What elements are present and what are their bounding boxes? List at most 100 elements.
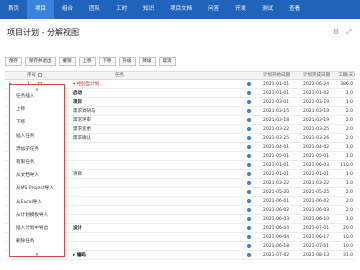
duration[interactable]: 10.0 [338,242,355,251]
end-date[interactable]: 2021-05-25 [303,188,338,197]
end-date[interactable]: 2021-03-26 [303,134,338,143]
duration[interactable]: 1.0 [338,179,355,188]
duration[interactable]: 10.0 [338,233,355,242]
info-icon[interactable] [247,116,257,125]
fullscreen-icon[interactable]: ⤢ [345,28,353,36]
duration[interactable]: 2.0 [338,206,355,215]
end-date[interactable]: 2021-03-19 [303,98,338,107]
nav-item[interactable]: 组合 [54,0,81,19]
end-date[interactable]: 2021-07-01 [303,242,338,251]
start-date[interactable]: 2021-07-02 [263,251,303,260]
task-name[interactable]: 需求确认 [73,134,273,143]
duration[interactable]: 2.0 [338,125,355,134]
end-date[interactable]: 2021-01-01 [303,170,338,179]
start-date[interactable]: 2021-06-18 [263,242,303,251]
duration[interactable]: 20.0 [338,224,355,233]
toolbar-button[interactable]: 保存 [5,57,22,66]
toolbar-button[interactable]: 取消 [158,57,176,66]
task-name[interactable]: 项目 [73,98,273,107]
duration[interactable]: 2.0 [338,197,355,206]
info-icon[interactable] [247,242,257,251]
start-date[interactable]: 2021-04-01 [263,143,303,152]
task-name[interactable]: 需求调研与 [73,107,273,116]
info-icon[interactable] [247,107,257,116]
start-date[interactable]: 2021-06-03 [263,215,303,224]
context-menu-item[interactable]: 添加子任务 [16,146,39,152]
end-date[interactable]: 2021-03-19 [303,116,338,125]
start-date[interactable]: 2021-06-01 [263,197,303,206]
task-name[interactable]: 启动 [73,89,273,98]
info-icon[interactable] [247,188,257,197]
start-date[interactable]: 2021-01-01 [263,170,303,179]
scroll-up-icon[interactable]: ▲ [30,86,44,91]
duration[interactable]: 2.0 [338,188,355,197]
toolbar-button[interactable]: 撤销 [58,57,76,66]
context-menu-item[interactable]: 下移 [16,119,25,125]
task-name[interactable]: 需求评审 [73,116,273,125]
info-icon[interactable] [247,251,257,260]
end-date[interactable]: 2021-03-22 [303,179,338,188]
start-date[interactable]: 2021-06-04 [263,233,303,242]
nav-item[interactable]: 问答 [200,0,227,19]
task-name[interactable]: 需求变更 [73,125,273,134]
info-icon[interactable] [247,224,257,233]
toolbar-button[interactable]: 保存并退出 [25,57,56,66]
context-menu-item[interactable]: 有限任务 [16,159,34,165]
duration[interactable]: 2.0 [338,116,355,125]
info-icon[interactable] [247,170,257,179]
info-icon[interactable] [247,134,257,143]
start-date[interactable]: 2021-05-01 [263,152,303,161]
end-date[interactable]: 2021-03-19 [303,107,338,116]
start-date[interactable]: 2021-03-22 [263,179,303,188]
context-menu-item[interactable]: 上移 [16,106,25,112]
context-menu-item[interactable]: 从Excel导入 [16,199,42,205]
info-icon[interactable] [247,89,257,98]
context-menu-item[interactable]: 插入任务 [16,133,34,139]
start-date[interactable]: 2021-01-01 [263,89,303,98]
duration[interactable]: 1.0 [338,143,355,152]
start-date[interactable]: 2021-05-20 [263,188,303,197]
context-menu-item[interactable]: 从MS Project导入 [16,185,54,191]
context-menu-item[interactable]: 从计划模板导入 [16,212,48,218]
nav-item[interactable]: 查看 [281,0,308,19]
info-icon[interactable] [247,125,257,134]
duration[interactable]: 1.0 [338,89,355,98]
end-date[interactable]: 2021-04-02 [303,143,338,152]
info-icon[interactable] [247,143,257,152]
start-date[interactable]: 2021-06-02 [263,206,303,215]
task-name[interactable]: ▾ 经验型计划... [73,80,273,89]
end-date[interactable]: 2021-05-01 [303,152,338,161]
start-date[interactable]: 2021-03-22 [263,125,303,134]
nav-item[interactable]: 团队 [81,0,108,19]
end-date[interactable]: 2022-06-24 [303,80,338,89]
task-name[interactable]: 项目 [73,170,273,179]
nav-item[interactable]: 首页 [0,0,27,19]
nav-item[interactable]: 工时 [108,0,135,19]
header-checkbox[interactable] [38,72,42,80]
nav-item[interactable]: 项目 [27,0,55,19]
context-menu-item[interactable]: 从文档导入 [16,172,39,178]
start-date[interactable]: 2021-01-01 [263,161,303,170]
context-menu-item[interactable]: 删除任务 [16,238,34,244]
info-icon[interactable] [247,215,257,224]
end-date[interactable]: 2021-06-03 [303,206,338,215]
info-icon[interactable] [247,98,257,107]
info-icon[interactable] [247,152,257,161]
end-date[interactable]: 2021-03-25 [303,125,338,134]
end-date[interactable]: 2021-06-03 [303,161,338,170]
duration[interactable]: 110.0 [338,161,355,170]
task-name[interactable]: ▸ 编码 [73,251,273,260]
start-date[interactable]: 2021-03-18 [263,116,303,125]
end-date[interactable]: 2021-07-01 [303,224,338,233]
scroll-down-icon[interactable]: ▼ [30,252,44,257]
start-date[interactable]: 2021-06-04 [263,224,303,233]
info-icon[interactable] [247,233,257,242]
end-date[interactable]: 2021-06-17 [303,233,338,242]
nav-item[interactable]: 项目文档 [162,0,200,19]
duration[interactable]: 1.0 [338,98,355,107]
duration[interactable]: 1.0 [338,215,355,224]
task-name[interactable]: 设计 [73,224,273,233]
start-date[interactable]: 2021-03-25 [263,134,303,143]
info-icon[interactable] [247,80,257,89]
info-icon[interactable] [247,161,257,170]
